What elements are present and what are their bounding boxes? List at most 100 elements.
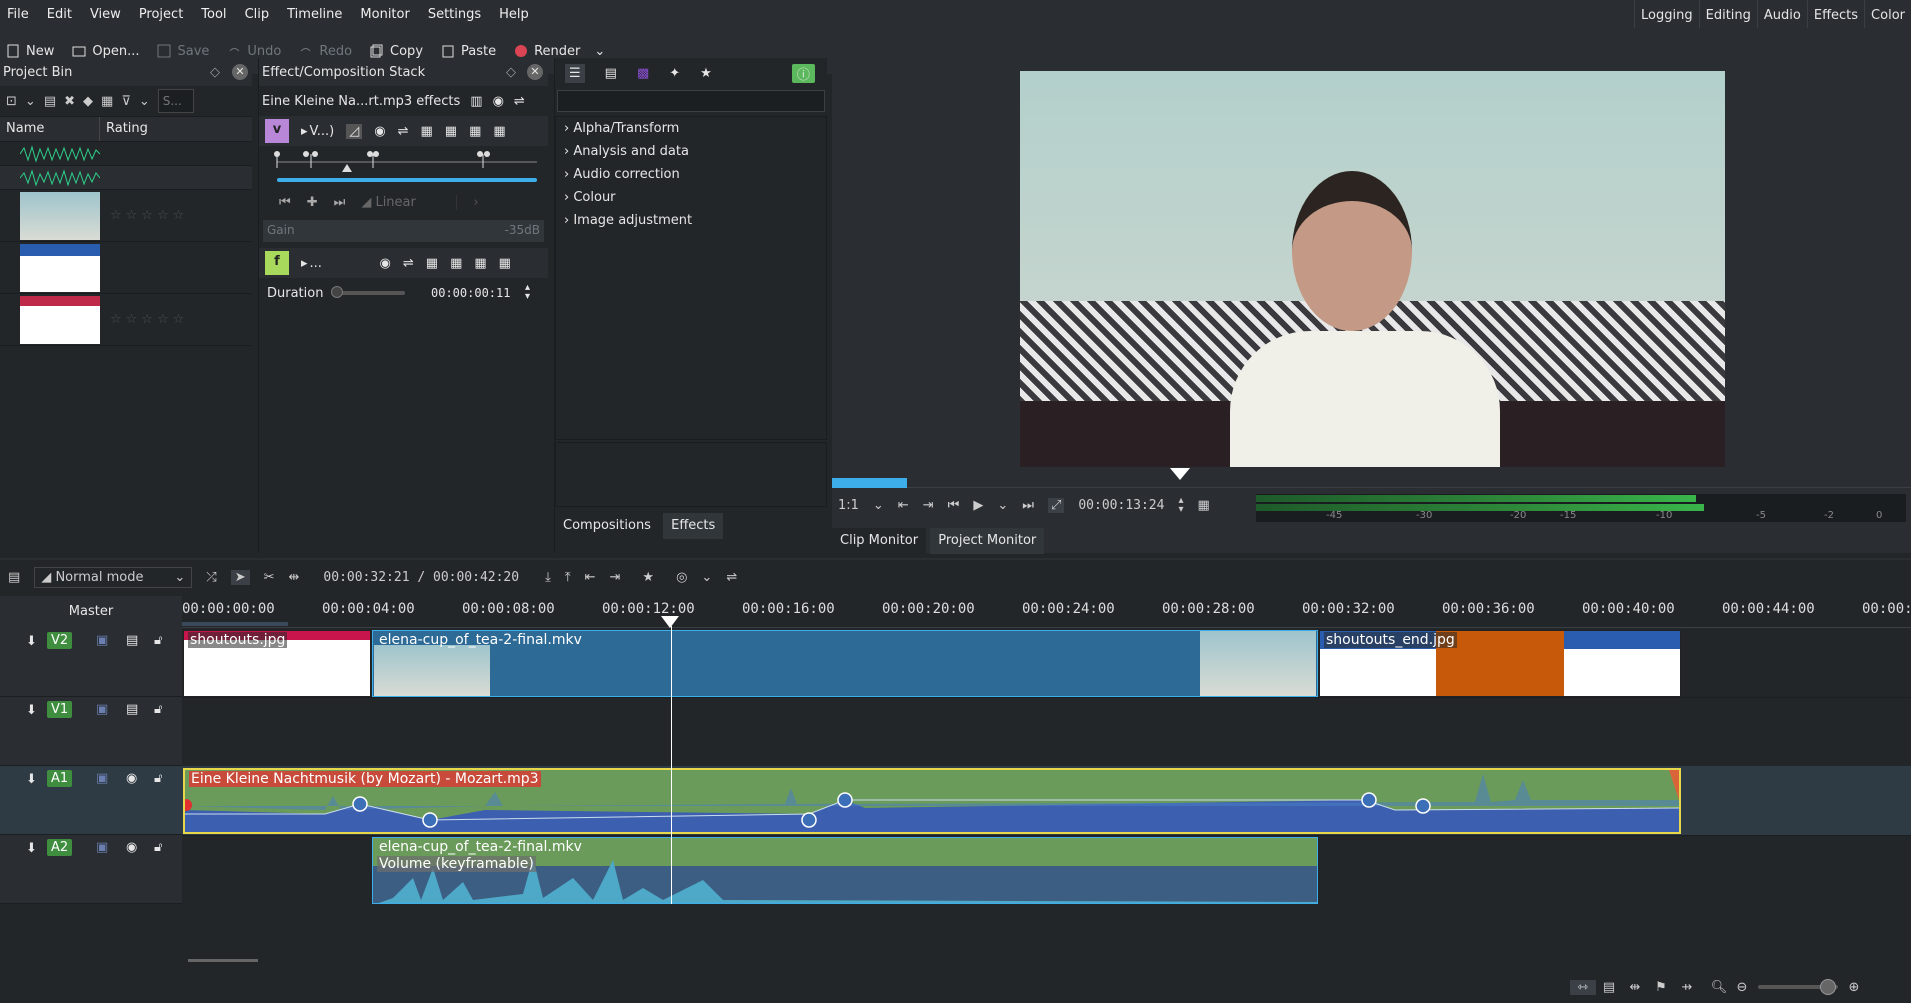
rating-stars[interactable]: ☆☆☆☆☆ <box>110 312 188 327</box>
close-icon[interactable]: ✕ <box>232 64 248 80</box>
menu-clip[interactable]: Clip <box>236 7 279 22</box>
tab-compositions[interactable]: Compositions <box>555 513 659 539</box>
hide-track-icon[interactable]: ▤ <box>126 702 138 717</box>
list-item[interactable] <box>0 242 252 294</box>
overwrite-icon[interactable]: ⤒ <box>565 570 571 585</box>
zone-bar[interactable] <box>832 478 907 488</box>
clip-shoutouts-end[interactable]: shoutouts_end.jpg <box>1319 630 1681 697</box>
info-icon[interactable]: ⓘ <box>791 63 815 83</box>
extract-icon[interactable]: ⇥ <box>610 570 621 585</box>
hide-thumbnails-icon[interactable]: ▤ <box>1596 980 1622 995</box>
clip-properties-icon[interactable]: ▦ <box>101 94 113 109</box>
render-button[interactable]: Render ⌄ <box>514 44 605 59</box>
list-view-icon[interactable]: ☰ <box>565 63 585 83</box>
tab-project-monitor[interactable]: Project Monitor <box>930 528 1045 554</box>
delete-icon[interactable]: ✖ <box>64 94 75 109</box>
clip-elena-video[interactable]: elena-cup_of_tea-2-final.mkv <box>372 630 1318 697</box>
spinbox-arrows-icon[interactable]: ▴ ▾ <box>1178 496 1183 515</box>
selection-tool-icon[interactable]: ➤ <box>230 569 250 585</box>
lift-icon[interactable]: ⇤ <box>585 570 596 585</box>
settings-sliders-icon[interactable]: ⇌ <box>514 94 525 109</box>
eye-icon[interactable]: ◉ <box>380 256 391 271</box>
lock-icon[interactable]: 🔓︎ <box>154 840 162 855</box>
effect-item-fade[interactable]: f ▸ ... ◉ ⇌ ▦ ▦ ▦ ▦ <box>259 248 548 278</box>
mask-icon[interactable]: ▦ <box>450 256 462 271</box>
list-item[interactable]: ☆☆☆☆☆ <box>0 294 252 346</box>
add-clip-icon[interactable]: ⊡ <box>6 94 17 109</box>
razor-tool-icon[interactable]: ✂ <box>264 570 275 585</box>
set-in-icon[interactable]: ⇤ <box>898 498 909 513</box>
gain-slider[interactable]: Gain -35dB <box>263 220 544 242</box>
zoom-out-minus-icon[interactable]: ⊖ <box>1732 980 1752 995</box>
collapse-triangle-icon[interactable]: ▸ <box>301 256 308 271</box>
menu-project[interactable]: Project <box>130 7 192 22</box>
search-input[interactable] <box>157 89 194 113</box>
mask-icon[interactable]: ▦ <box>426 256 438 271</box>
menu-monitor[interactable]: Monitor <box>351 7 418 22</box>
effects-toggle-icon[interactable]: ▣ <box>96 840 108 855</box>
mute-icon[interactable]: ◉ <box>126 840 137 855</box>
collapse-track-icon[interactable]: ⬇ <box>26 772 37 787</box>
previous-keyframe-icon[interactable]: ⏮ <box>279 195 291 210</box>
eye-icon[interactable]: ◉ <box>493 94 504 109</box>
markers-flag-icon[interactable]: ⚑ <box>1648 980 1674 995</box>
split-compare-icon[interactable]: ▥ <box>470 94 482 109</box>
zoom-slider[interactable] <box>1758 979 1838 995</box>
next-keyframe-icon[interactable]: ⏭ <box>334 195 346 210</box>
chevron-right-icon[interactable]: › <box>473 195 478 210</box>
collapse-track-icon[interactable]: ⬇ <box>26 634 37 649</box>
column-name[interactable]: Name <box>0 117 100 141</box>
horizontal-scrollbar[interactable] <box>188 959 258 962</box>
tab-clip-monitor[interactable]: Clip Monitor <box>832 528 927 554</box>
zoom-in-icon[interactable]: ⊕ <box>1844 980 1864 995</box>
timecode-display[interactable]: 00:00:13:24 <box>1078 498 1164 513</box>
split-audio-icon[interactable]: ⇸ <box>1674 980 1700 995</box>
color-effects-icon[interactable]: ▩ <box>637 66 649 81</box>
close-icon[interactable]: ✕ <box>527 64 543 80</box>
spacer-tool-icon[interactable]: ⤮ <box>206 570 216 585</box>
mask-icon[interactable]: ▦ <box>420 124 432 139</box>
effects-toggle-icon[interactable]: ▣ <box>96 771 108 786</box>
timeline-ruler[interactable]: 00:00:00:00 00:00:04:00 00:00:08:00 00:0… <box>182 596 1911 628</box>
filter-icon[interactable]: ⊽ <box>121 94 131 109</box>
clip-elena-audio[interactable]: elena-cup_of_tea-2-final.mkv Volume (key… <box>372 837 1318 904</box>
master-header[interactable]: Master <box>0 596 182 628</box>
insert-icon[interactable]: ⤓ <box>545 570 551 585</box>
timeline-menu-icon[interactable]: ▤ <box>8 570 20 585</box>
save-button[interactable]: Save <box>157 44 209 59</box>
play-icon[interactable]: ▶ <box>973 498 983 513</box>
monitor-ruler[interactable] <box>832 476 1911 488</box>
custom-effects-icon[interactable]: ✦ <box>669 66 680 81</box>
track-badge[interactable]: V1 <box>47 701 73 718</box>
menu-tool[interactable]: Tool <box>192 7 235 22</box>
mixer-icon[interactable]: ⇌ <box>726 570 737 585</box>
redo-button[interactable]: Redo <box>299 44 352 59</box>
float-icon[interactable]: ◇ <box>210 65 220 80</box>
add-folder-icon[interactable]: ▤ <box>44 94 56 109</box>
chevron-down-icon[interactable]: ⌄ <box>25 94 36 109</box>
forward-icon[interactable]: ⏭ <box>1022 498 1034 513</box>
track-badge[interactable]: V2 <box>47 632 73 649</box>
tree-item-alpha[interactable]: › Alpha/Transform <box>556 117 826 140</box>
settings-sliders-icon[interactable]: ⇌ <box>403 256 414 271</box>
clip-mozart-audio[interactable]: Eine Kleine Nachtmusik (by Mozart) - Moz… <box>183 768 1681 834</box>
eye-icon[interactable]: ◉ <box>374 124 385 139</box>
menu-settings[interactable]: Settings <box>419 7 490 22</box>
track-badge[interactable]: A2 <box>47 839 73 856</box>
spinbox-arrows-icon[interactable]: ▴ ▾ <box>525 283 530 302</box>
zoom-select[interactable]: 1:1 <box>838 498 859 513</box>
rating-stars[interactable]: ☆☆☆☆☆ <box>110 208 188 223</box>
lock-icon[interactable]: 🔓︎ <box>154 702 162 717</box>
record-audio-icon[interactable]: ◎ <box>676 570 687 585</box>
hide-track-icon[interactable]: ▤ <box>126 633 138 648</box>
list-item[interactable] <box>0 166 252 190</box>
effects-toggle-icon[interactable]: ▣ <box>96 633 108 648</box>
paste-button[interactable]: Paste <box>441 44 496 59</box>
favorites-star-icon[interactable]: ★ <box>642 570 654 585</box>
clip-shoutouts[interactable]: shoutouts.jpg <box>183 630 371 697</box>
expand-icon[interactable]: ⇹ <box>1622 980 1648 995</box>
tree-item-colour[interactable]: › Colour <box>556 186 826 209</box>
effects-search-input[interactable] <box>557 90 825 112</box>
tag-icon[interactable]: ◆ <box>83 94 93 109</box>
list-item[interactable]: ☆☆☆☆☆ <box>0 190 252 242</box>
